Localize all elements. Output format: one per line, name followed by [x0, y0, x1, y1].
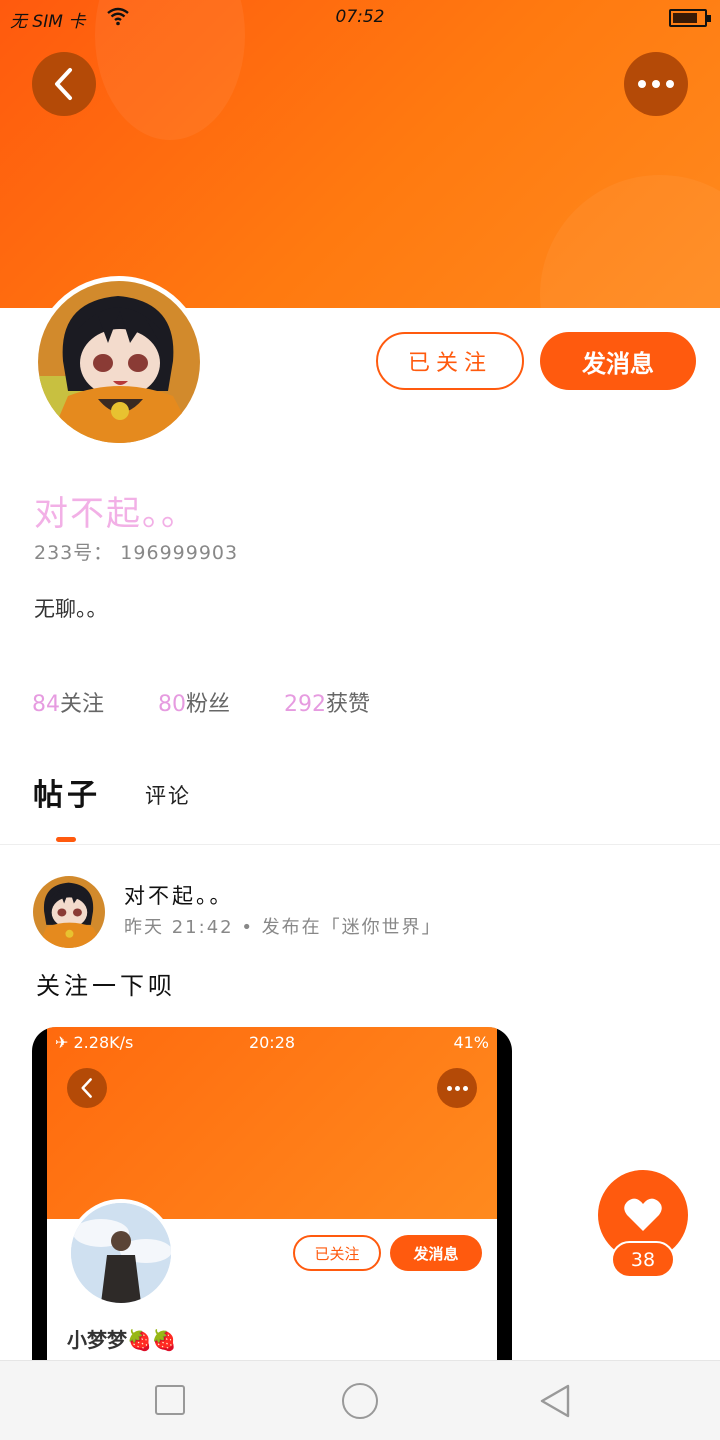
stat-label: 粉丝: [186, 692, 231, 717]
system-nav-bar: [0, 1360, 720, 1440]
clock: 07:52: [335, 7, 385, 27]
stat-count: 292: [284, 692, 326, 717]
send-message-button[interactable]: 发消息: [540, 332, 696, 390]
more-icon: [446, 1085, 468, 1091]
stat-following[interactable]: 84关注: [32, 686, 104, 718]
status-bar: 无 SIM 卡 07:52: [0, 0, 720, 36]
tab-comments[interactable]: 评论: [145, 780, 191, 810]
back-icon: [55, 68, 72, 100]
image-username: 小梦梦🍓🍓: [67, 1328, 177, 1352]
tab-posts[interactable]: 帖子: [33, 770, 101, 814]
avatar-image: [38, 281, 200, 443]
back-icon: [81, 1078, 92, 1098]
battery-icon: [669, 9, 711, 27]
more-button[interactable]: [624, 52, 688, 116]
banner-decoration: [540, 175, 720, 308]
post-text: 关注一下呗: [36, 972, 176, 1000]
profile-user-id: 233号： 196999903: [34, 542, 239, 564]
post-author-avatar[interactable]: [33, 876, 105, 948]
image-status-bar: ✈ 2.28K/s 20:28 41%: [47, 1027, 497, 1057]
home-icon[interactable]: [342, 1383, 378, 1419]
image-avatar: [67, 1199, 175, 1307]
followed-button[interactable]: 已关注: [376, 332, 524, 390]
recents-icon[interactable]: [155, 1385, 185, 1415]
image-message-button: 发消息: [390, 1235, 482, 1271]
heart-icon: [624, 1198, 662, 1231]
like-count: 38: [611, 1241, 675, 1278]
avatar[interactable]: [33, 276, 205, 448]
profile-bio: 无聊。。: [34, 597, 108, 621]
more-icon: [638, 80, 674, 88]
image-status-time: 20:28: [248, 1033, 296, 1052]
post-meta: 昨天 21:42 • 发布在「迷你世界」: [124, 917, 442, 938]
profile-page: 无 SIM 卡 07:52 已关注 发消息 对不起。。 233号： 196999…: [0, 0, 720, 1440]
stat-label: 获赞: [326, 692, 371, 717]
avatar-image: [71, 1203, 171, 1303]
image-status-battery: 41%: [453, 1033, 489, 1052]
profile-banner: 无 SIM 卡 07:52: [0, 0, 720, 308]
nav-back-icon[interactable]: [538, 1383, 572, 1419]
back-button[interactable]: [32, 52, 96, 116]
active-tab-indicator: [56, 837, 76, 842]
stat-count: 84: [32, 692, 60, 717]
image-follow-button: 已关注: [293, 1235, 381, 1271]
image-back-button: [67, 1068, 107, 1108]
post-author-name[interactable]: 对不起。。: [124, 880, 234, 910]
stat-count: 80: [158, 692, 186, 717]
image-more-button: [437, 1068, 477, 1108]
profile-tabs: 帖子 评论: [0, 770, 720, 845]
stat-likes[interactable]: 292获赞: [284, 686, 370, 718]
profile-username: 对不起。。: [34, 494, 197, 534]
stat-followers[interactable]: 80粉丝: [158, 686, 230, 718]
avatar-image: [33, 876, 105, 948]
stat-label: 关注: [60, 692, 105, 717]
post-image[interactable]: ✈ 2.28K/s 20:28 41% 已关注 发消息 小梦梦🍓🍓: [32, 1027, 512, 1367]
